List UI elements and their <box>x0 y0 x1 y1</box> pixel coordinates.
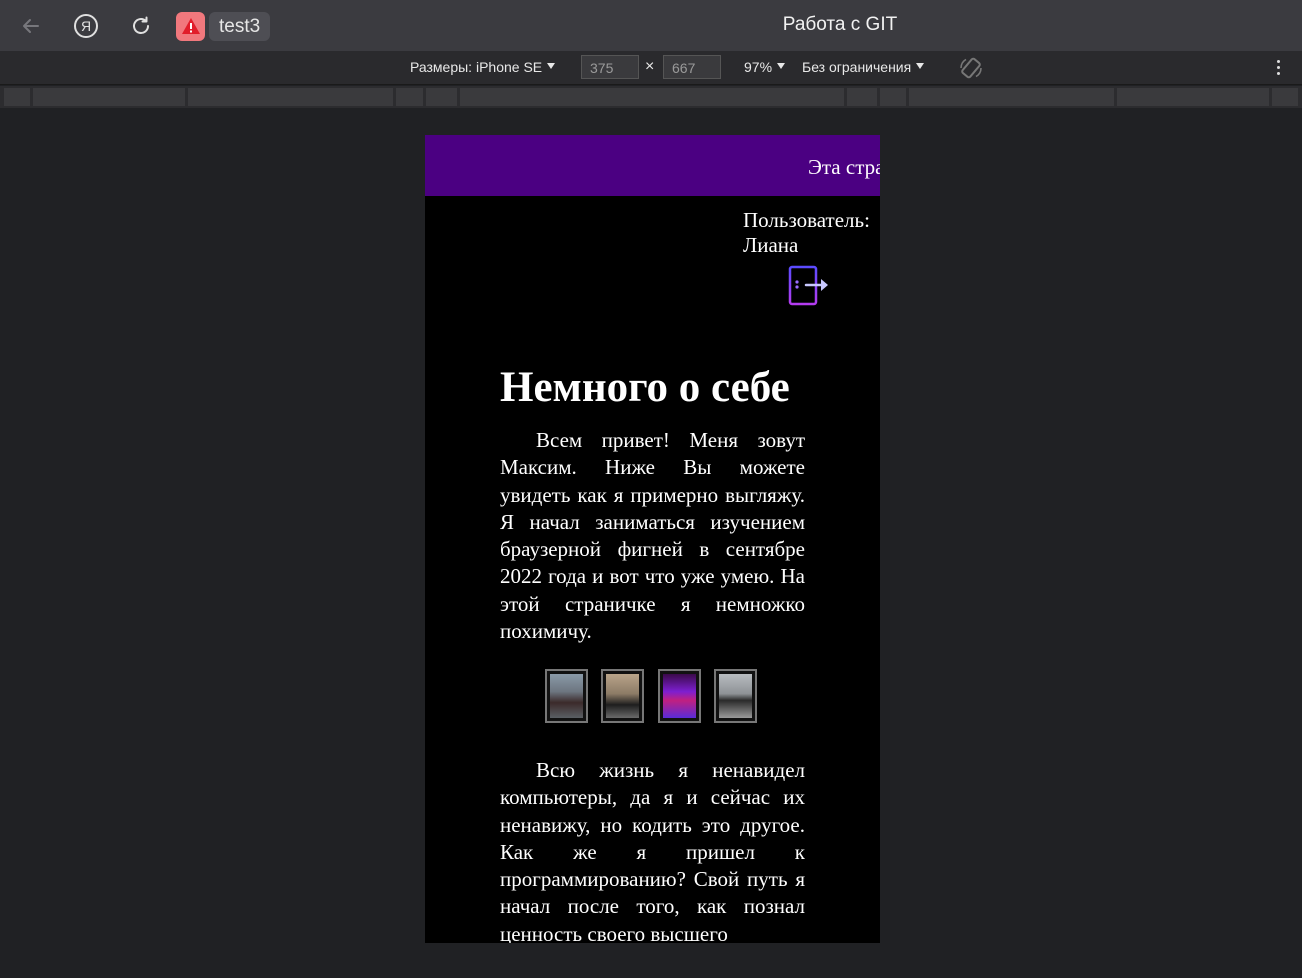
ruler-segment[interactable] <box>1272 88 1298 106</box>
ruler-segment[interactable] <box>4 88 30 106</box>
gallery-thumb-3[interactable] <box>658 669 701 723</box>
ruler-segment[interactable] <box>33 88 185 106</box>
reload-button[interactable] <box>125 10 157 42</box>
ruler-segment[interactable] <box>909 88 1114 106</box>
rotate-device-icon <box>960 57 982 79</box>
browser-titlebar: Я test3 Работа с GIT <box>0 0 1302 51</box>
width-input[interactable]: 375 <box>581 55 639 79</box>
story-paragraph: Всю жизнь я ненавидел компьютеры, да я и… <box>500 758 805 943</box>
ruler-segment[interactable] <box>426 88 457 106</box>
zoom-select-label: 97% <box>744 59 773 75</box>
media-query-ruler[interactable] <box>0 86 1302 108</box>
arrow-left-icon <box>23 19 39 33</box>
device-select-label: Размеры: iPhone SE <box>410 59 543 75</box>
photo-purple-room <box>663 674 696 718</box>
throttle-select[interactable]: Без ограничения <box>802 51 925 84</box>
reload-icon <box>133 16 149 34</box>
photo-street <box>719 674 752 718</box>
tab-title: test3 <box>209 11 271 41</box>
section-heading: Немного о себе <box>500 364 790 411</box>
ruler-segment[interactable] <box>847 88 877 106</box>
logout-door-icon <box>788 265 828 306</box>
throttle-select-label: Без ограничения <box>802 59 912 75</box>
logout-button[interactable] <box>788 264 832 308</box>
chevron-down-icon <box>547 63 556 70</box>
device-viewport: Эта стра Пользователь: Лиана Немного о с… <box>425 135 880 943</box>
user-label: Пользователь: <box>743 208 870 232</box>
height-input[interactable]: 667 <box>663 55 721 79</box>
device-select[interactable]: Размеры: iPhone SE <box>410 51 556 84</box>
ruler-segment[interactable] <box>188 88 393 106</box>
chevron-down-icon <box>916 63 925 70</box>
user-name: Лиана <box>743 233 799 257</box>
more-menu-icon[interactable] <box>1270 58 1286 78</box>
ruler-segment[interactable] <box>880 88 906 106</box>
ruler-segment[interactable] <box>460 88 844 106</box>
page-title: Работа с GIT <box>782 14 898 35</box>
gallery-thumb-2[interactable] <box>601 669 644 723</box>
warning-icon <box>176 11 205 41</box>
back-button[interactable] <box>15 10 47 42</box>
zoom-select[interactable]: 97% <box>744 51 786 84</box>
yandex-button[interactable]: Я <box>70 10 102 42</box>
photo-motorcycle <box>606 674 639 718</box>
intro-paragraph: Всем привет! Меня зовут Максим. Ниже Вы … <box>500 428 805 644</box>
yandex-logo-icon: Я <box>74 14 98 38</box>
dimension-times-sign: × <box>645 58 655 75</box>
rotate-button[interactable] <box>958 55 984 81</box>
marquee-text: Эта стра <box>808 155 880 179</box>
ruler-segment[interactable] <box>1117 88 1269 106</box>
svg-text:Я: Я <box>81 18 91 34</box>
site-header: Эта стра <box>425 135 880 196</box>
gallery-thumb-1[interactable] <box>545 669 588 723</box>
chevron-down-icon <box>777 63 786 70</box>
gallery-thumb-4[interactable] <box>714 669 757 723</box>
ruler-segment[interactable] <box>396 88 423 106</box>
photo-car <box>550 674 583 718</box>
site-info-chip[interactable]: test3 <box>176 11 271 41</box>
